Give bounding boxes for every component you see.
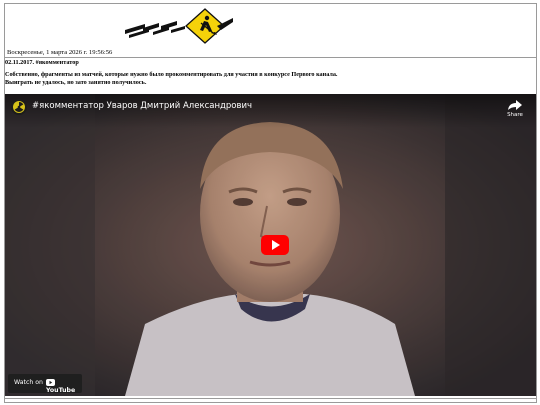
youtube-logo: YouTube xyxy=(46,379,82,394)
share-button[interactable]: Share xyxy=(504,100,526,118)
youtube-wordmark: YouTube xyxy=(46,387,76,394)
youtube-embed[interactable]: #якомментатор Уваров Дмитрий Александров… xyxy=(5,94,536,396)
post-body-line: Собственно, фрагменты из матчей, которые… xyxy=(5,71,338,78)
share-label: Share xyxy=(507,112,523,118)
watch-on-label: Watch on xyxy=(14,379,43,386)
share-arrow-icon xyxy=(508,100,522,110)
video-top-bar xyxy=(5,94,536,128)
watch-on-youtube-button[interactable]: Watch on YouTube xyxy=(8,374,82,394)
youtube-play-icon xyxy=(46,379,55,386)
video-title[interactable]: #якомментатор Уваров Дмитрий Александров… xyxy=(32,101,252,111)
date-time-bar: Воскресенье, 1 марта 2026 г. 19:56:56 xyxy=(5,47,536,58)
man-digging-sign-icon[interactable] xyxy=(125,8,233,44)
site-header xyxy=(5,4,536,49)
divider xyxy=(5,398,536,399)
post-body: Собственно, фрагменты из матчей, которые… xyxy=(5,71,337,87)
post-body-line: Выиграть не удалось, но зато занятно пол… xyxy=(5,79,147,87)
play-button-icon[interactable] xyxy=(261,235,289,255)
radiation-channel-avatar-icon[interactable] xyxy=(11,99,27,115)
post-title: 02.11.2017. #якомментатор xyxy=(5,59,79,66)
